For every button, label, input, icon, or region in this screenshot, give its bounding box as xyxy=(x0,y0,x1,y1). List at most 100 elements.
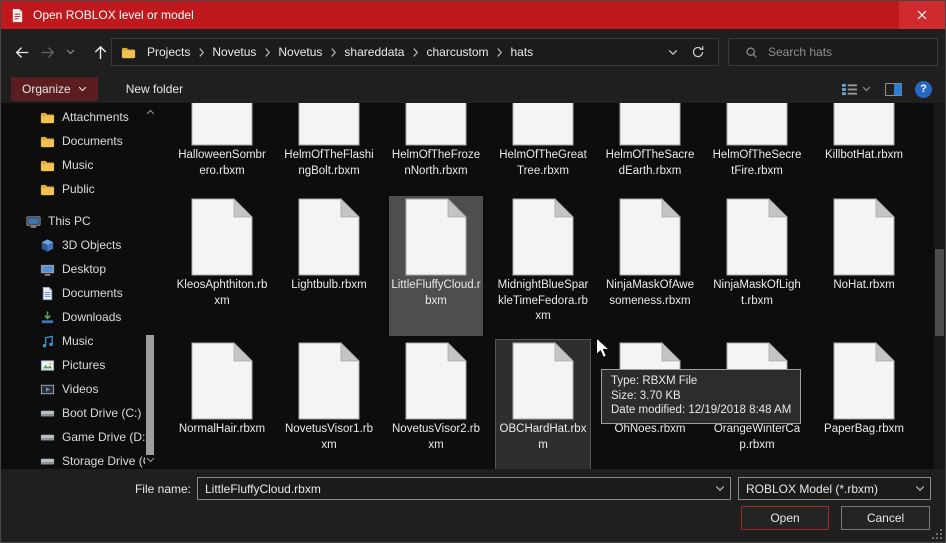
file-item-label: MidnightBlueSparkleTimeFedora.rbxm xyxy=(496,278,590,325)
file-type-select[interactable]: ROBLOX Model (*.rbxm) xyxy=(738,477,931,500)
file-item[interactable]: NovetusVisor1.rbxm xyxy=(282,340,376,469)
folder-icon xyxy=(39,181,55,197)
sidebar-item-game-drive-d[interactable]: Game Drive (D:) xyxy=(1,425,145,449)
file-item[interactable]: HalloweenSombrero.rbxm xyxy=(175,103,269,206)
sidebar-item-desktop[interactable]: Desktop xyxy=(1,257,145,281)
sidebar-item-music[interactable]: Music xyxy=(1,153,145,177)
forward-arrow-icon xyxy=(40,44,56,60)
pictures-icon xyxy=(39,357,55,373)
sidebar-item-music[interactable]: Music xyxy=(1,329,145,353)
sidebar-item-boot-drive-c[interactable]: Boot Drive (C:) xyxy=(1,401,145,425)
back-button[interactable] xyxy=(9,39,35,65)
file-icon xyxy=(512,103,574,146)
sidebar-item-label: Music xyxy=(62,158,93,172)
file-icon xyxy=(191,198,253,276)
address-dropdown-button[interactable] xyxy=(668,44,678,60)
refresh-button[interactable] xyxy=(690,44,706,60)
file-item[interactable]: KleosAphthiton.rbxm xyxy=(175,196,269,336)
recent-locations-button[interactable] xyxy=(61,39,79,65)
help-button[interactable]: ? xyxy=(915,81,932,98)
breadcrumb-item[interactable]: Novetus xyxy=(205,45,263,59)
titlebar: Open ROBLOX level or model xyxy=(1,1,945,29)
sidebar-item-public[interactable]: Public xyxy=(1,177,145,201)
sidebar-item-documents[interactable]: Documents xyxy=(1,281,145,305)
sidebar-item-downloads[interactable]: Downloads xyxy=(1,305,145,329)
close-button[interactable] xyxy=(899,1,945,29)
file-type-value: ROBLOX Model (*.rbxm) xyxy=(739,482,910,496)
file-item[interactable]: NormalHair.rbxm xyxy=(175,340,269,469)
search-box[interactable]: Search hats xyxy=(728,38,938,66)
file-name-input[interactable]: LittleFluffyCloud.rbxm xyxy=(197,477,731,500)
file-name-value: LittleFluffyCloud.rbxm xyxy=(198,482,710,496)
file-icon xyxy=(405,198,467,276)
sidebar-item-label: Storage Drive (G:) xyxy=(62,454,145,468)
sidebar-item-pictures[interactable]: Pictures xyxy=(1,353,145,377)
chevron-down-icon[interactable] xyxy=(710,481,730,497)
drive-icon xyxy=(39,453,55,469)
up-button[interactable] xyxy=(87,39,113,65)
cancel-button[interactable]: Cancel xyxy=(841,506,930,530)
organize-button[interactable]: Organize xyxy=(11,77,98,101)
file-item[interactable]: HelmOfTheSacredEarth.rbxm xyxy=(603,103,697,206)
sidebar-item-label: Music xyxy=(62,334,93,348)
new-folder-label: New folder xyxy=(126,82,183,96)
file-item[interactable]: KillbotHat.rbxm xyxy=(817,103,911,206)
file-item[interactable]: HelmOfTheGreatTree.rbxm xyxy=(496,103,590,206)
new-folder-button[interactable]: New folder xyxy=(118,77,191,101)
file-grid-scrollbar-thumb[interactable] xyxy=(935,249,944,336)
file-item[interactable]: NinjaMaskOfLight.rbxm xyxy=(710,196,804,336)
file-name-label: File name: xyxy=(99,482,191,496)
sidebar-item-3d-objects[interactable]: 3D Objects xyxy=(1,233,145,257)
file-item[interactable]: HelmOfTheFrozenNorth.rbxm xyxy=(389,103,483,206)
scroll-up-icon[interactable] xyxy=(145,106,155,118)
sidebar-item-storage-drive-g[interactable]: Storage Drive (G:) xyxy=(1,449,145,469)
file-icon xyxy=(298,198,360,276)
sidebar-item-label: Desktop xyxy=(62,262,106,276)
downloads-icon xyxy=(39,309,55,325)
file-item[interactable]: NovetusVisor2.rbxm xyxy=(389,340,483,469)
breadcrumb-item[interactable]: Projects xyxy=(140,45,197,59)
file-item[interactable]: LittleFluffyCloud.rbxm xyxy=(389,196,483,336)
chevron-down-icon[interactable] xyxy=(910,481,930,497)
breadcrumb-item[interactable]: Novetus xyxy=(271,45,329,59)
scroll-down-icon[interactable] xyxy=(145,454,155,466)
music-icon xyxy=(39,333,55,349)
sidebar-item-label: Pictures xyxy=(62,358,105,372)
file-item[interactable]: HelmOfTheFlashingBolt.rbxm xyxy=(282,103,376,206)
sidebar-scrollbar[interactable] xyxy=(145,103,155,469)
breadcrumb-item[interactable]: charcustom xyxy=(419,45,495,59)
file-grid-scrollbar[interactable] xyxy=(934,103,945,469)
folder-icon xyxy=(39,109,55,125)
file-icon xyxy=(298,103,360,146)
change-view-button[interactable] xyxy=(840,81,871,97)
file-item[interactable]: NoHat.rbxm xyxy=(817,196,911,336)
sidebar-item-this-pc[interactable]: This PC xyxy=(1,209,145,233)
file-item[interactable]: OBCHardHat.rbxm xyxy=(496,340,590,469)
file-item-label: KillbotHat.rbxm xyxy=(817,148,911,164)
file-item[interactable]: PaperBag.rbxm xyxy=(817,340,911,469)
sidebar-item-attachments[interactable]: Attachments xyxy=(1,105,145,129)
file-icon xyxy=(619,103,681,146)
file-item[interactable]: MidnightBlueSparkleTimeFedora.rbxm xyxy=(496,196,590,336)
file-item[interactable]: NinjaMaskOfAwesomeness.rbxm xyxy=(603,196,697,336)
file-icon xyxy=(405,103,467,146)
breadcrumb-item[interactable]: shareddata xyxy=(337,45,411,59)
back-arrow-icon xyxy=(14,44,30,60)
sidebar-item-videos[interactable]: Videos xyxy=(1,377,145,401)
resize-grip-icon[interactable] xyxy=(931,528,943,540)
open-button[interactable]: Open xyxy=(741,506,829,530)
forward-button[interactable] xyxy=(35,39,61,65)
file-item-label: HalloweenSombrero.rbxm xyxy=(175,148,269,179)
file-item-label: OhNoes.rbxm xyxy=(603,422,697,438)
file-item[interactable]: Lightbulb.rbxm xyxy=(282,196,376,336)
sidebar-item-label: Videos xyxy=(62,382,98,396)
file-item[interactable]: HelmOfTheSecretFire.rbxm xyxy=(710,103,804,206)
preview-pane-button[interactable] xyxy=(884,81,902,97)
drive-icon xyxy=(39,429,55,445)
file-item-label: PaperBag.rbxm xyxy=(817,422,911,438)
breadcrumb-item[interactable]: hats xyxy=(504,45,541,59)
tooltip-size: Size: 3.70 KB xyxy=(611,389,791,404)
sidebar-item-documents[interactable]: Documents xyxy=(1,129,145,153)
sidebar-scrollbar-thumb[interactable] xyxy=(146,335,154,455)
address-bar[interactable]: Projects Novetus Novetus shareddata charcust… xyxy=(111,38,719,66)
